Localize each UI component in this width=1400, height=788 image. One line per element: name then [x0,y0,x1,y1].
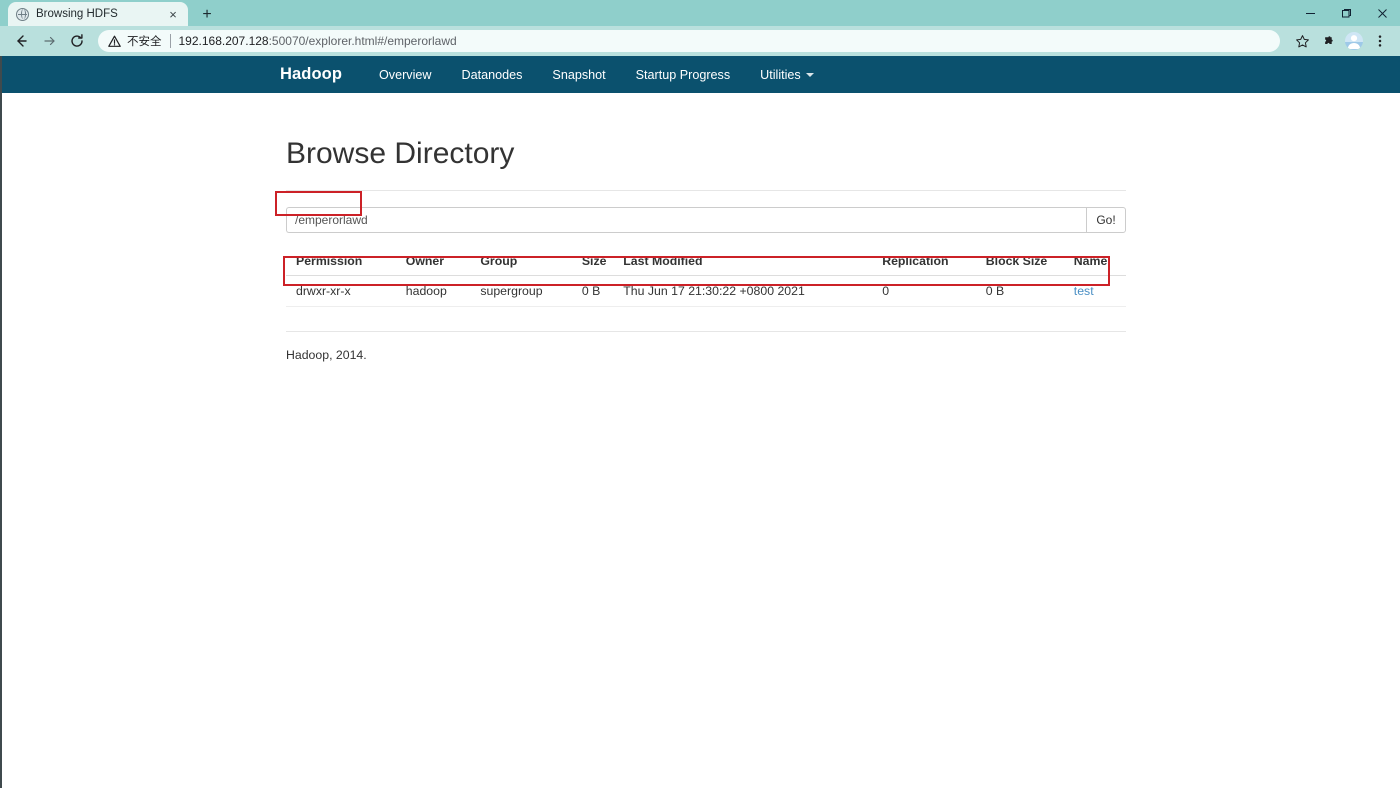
table-head: Permission Owner Group Size Last Modifie… [286,249,1126,276]
tab-title: Browsing HDFS [36,8,118,20]
nav-item-utilities[interactable]: Utilities [745,68,829,82]
security-status-label: 不安全 [127,36,162,48]
path-search-group: Go! [286,207,1126,233]
cell-permission: drwxr-xr-x [286,275,396,307]
window-controls [1292,0,1400,26]
hadoop-brand[interactable]: Hadoop [280,65,342,84]
nav-item-label: Utilities [760,67,801,82]
hadoop-navbar: Hadoop Overview Datanodes Snapshot Start… [2,56,1400,93]
url-host: 192.168.207.128 [178,34,269,48]
profile-avatar [1345,32,1363,50]
page-title: Browse Directory [286,137,1126,191]
directory-table: Permission Owner Group Size Last Modifie… [286,249,1126,307]
browser-window: Browsing HDFS × + 不安全 192.168.207.128:50… [0,0,1400,788]
new-tab-button[interactable]: + [198,7,216,23]
browser-toolbar: 不安全 192.168.207.128:50070/explorer.html#… [0,26,1400,56]
column-header-owner[interactable]: Owner [395,249,471,276]
close-icon[interactable] [1364,0,1400,26]
table-header-row: Permission Owner Group Size Last Modifie… [286,249,1126,276]
column-header-block-size[interactable]: Block Size [975,249,1064,276]
column-header-group[interactable]: Group [470,249,572,276]
column-header-name[interactable]: Name [1063,249,1126,276]
three-dot-menu-icon[interactable] [1368,29,1392,53]
reload-icon[interactable] [64,28,90,54]
forward-arrow-icon[interactable] [36,28,62,54]
avatar-icon[interactable] [1342,29,1366,53]
main-container: Browse Directory Go! Permission Owner Gr… [286,137,1126,362]
cell-replication: 0 [872,275,976,307]
column-header-last-modified[interactable]: Last Modified [613,249,873,276]
maximize-icon[interactable] [1328,0,1364,26]
browser-tab[interactable]: Browsing HDFS × [8,2,188,26]
tab-strip: Browsing HDFS × + [0,0,1400,26]
nav-item-datanodes[interactable]: Datanodes [447,68,538,82]
nav-item-snapshot[interactable]: Snapshot [537,68,620,82]
chevron-down-icon [805,72,814,77]
cell-block-size: 0 B [975,275,1064,307]
cell-group: supergroup [470,275,572,307]
minimize-icon[interactable] [1292,0,1328,26]
nav-item-label: Startup Progress [635,67,731,82]
column-header-size[interactable]: Size [571,249,614,276]
cell-size: 0 B [571,275,614,307]
column-header-permission[interactable]: Permission [286,249,396,276]
omnibox-divider [169,34,171,48]
toolbar-right-icons [1290,29,1392,53]
address-bar[interactable]: 不安全 192.168.207.128:50070/explorer.html#… [98,30,1280,52]
cell-owner: hadoop [395,275,471,307]
hadoop-nav-items: Overview Datanodes Snapshot Startup Prog… [364,68,829,82]
back-arrow-icon[interactable] [8,28,34,54]
nav-item-label: Datanodes [461,67,523,82]
directory-link-test[interactable]: test [1074,284,1094,298]
cell-name: test [1063,275,1126,307]
path-input[interactable] [286,207,1086,233]
puzzle-icon[interactable] [1316,29,1340,53]
nav-item-overview[interactable]: Overview [364,68,446,82]
globe-icon [16,7,29,21]
tab-close-icon[interactable]: × [166,8,180,21]
nav-item-startup-progress[interactable]: Startup Progress [621,68,746,82]
cell-last-modified: Thu Jun 17 21:30:22 +0800 2021 [613,275,873,307]
table-row: drwxr-xr-x hadoop supergroup 0 B Thu Jun… [286,275,1126,307]
nav-item-label: Snapshot [552,67,606,82]
go-button[interactable]: Go! [1086,207,1126,233]
star-icon[interactable] [1290,29,1314,53]
table-body: drwxr-xr-x hadoop supergroup 0 B Thu Jun… [286,275,1126,307]
column-header-replication[interactable]: Replication [872,249,976,276]
footer-text: Hadoop, 2014. [286,348,367,362]
nav-item-label: Overview [379,67,432,82]
page-viewport: Hadoop Overview Datanodes Snapshot Start… [0,56,1400,788]
not-secure-warning-icon [108,35,121,48]
url-text: 192.168.207.128:50070/explorer.html#/emp… [179,34,457,48]
url-path: :50070/explorer.html#/emperorlawd [268,34,457,48]
